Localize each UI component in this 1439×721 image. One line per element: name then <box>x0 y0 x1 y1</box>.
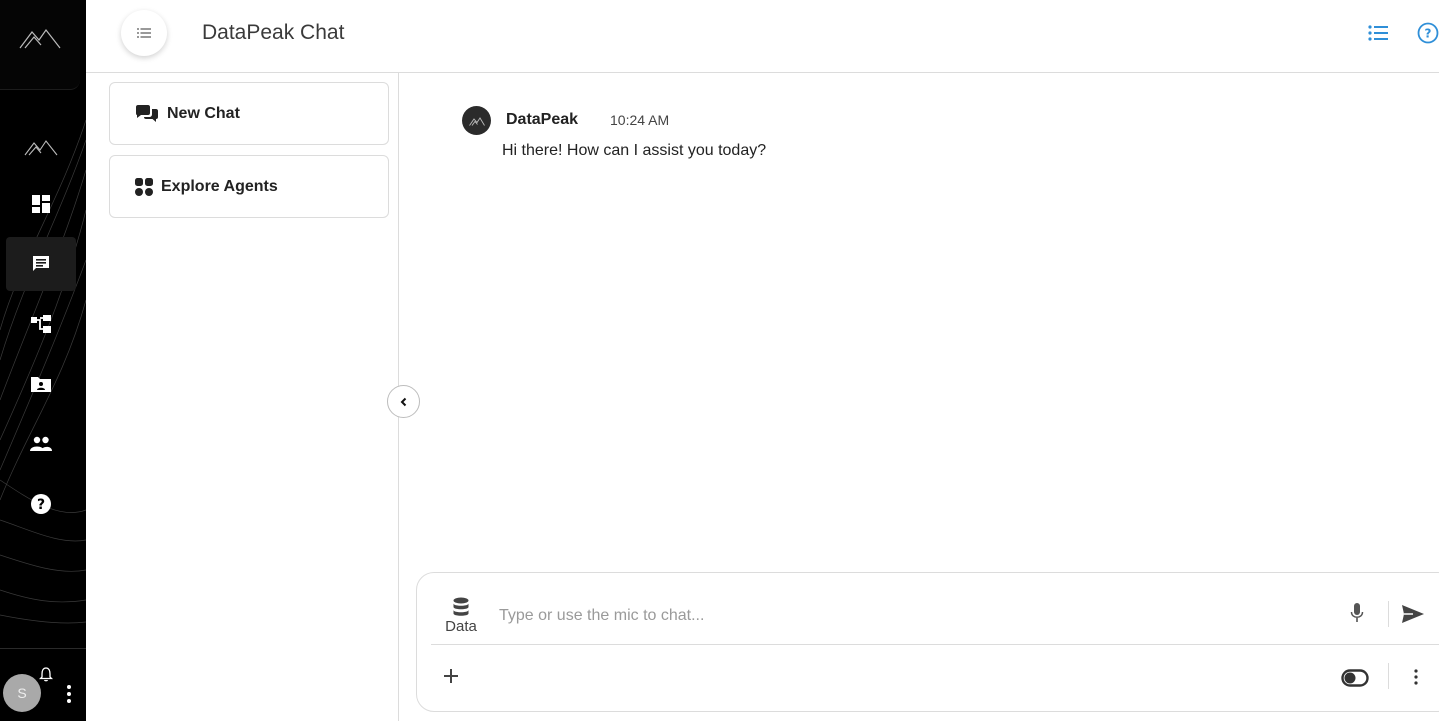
rail-item-workflow[interactable] <box>6 297 76 351</box>
help-icon: ? <box>31 494 51 514</box>
rail-item-home[interactable] <box>6 120 76 174</box>
chat-composer: Data <box>416 572 1439 712</box>
rail-logo-box[interactable] <box>0 0 80 90</box>
collapse-panel-button[interactable] <box>387 385 420 418</box>
composer-separator-bottom <box>1388 663 1389 689</box>
bell-icon[interactable] <box>39 666 53 682</box>
page-title: DataPeak Chat <box>202 21 345 44</box>
send-icon[interactable] <box>1401 604 1425 624</box>
help-circle-icon[interactable]: ? <box>1417 22 1439 44</box>
rail-item-users[interactable] <box>6 417 76 471</box>
rail-item-chat[interactable] <box>6 237 76 291</box>
toggle-sidebar-button[interactable] <box>121 10 167 56</box>
chat-input[interactable] <box>499 603 1329 629</box>
rail-item-help[interactable]: ? <box>6 477 76 531</box>
data-label: Data <box>445 618 477 635</box>
mountain-avatar-icon <box>468 116 485 126</box>
message-sender: DataPeak <box>506 111 579 128</box>
list-icon <box>137 28 151 38</box>
database-icon <box>453 597 469 616</box>
chat-bubbles-icon <box>136 104 158 122</box>
avatar-initial: S <box>17 685 27 701</box>
chat-side-panel: New Chat Explore Agents <box>86 73 399 721</box>
explore-agents-label: Explore Agents <box>161 177 278 195</box>
svg-text:?: ? <box>1425 27 1432 41</box>
rail-divider <box>0 648 86 649</box>
plus-icon[interactable] <box>444 669 458 683</box>
rail-item-folder[interactable] <box>6 357 76 411</box>
mountain-icon <box>24 140 58 156</box>
folder-icon <box>31 377 51 392</box>
mountain-logo-icon <box>19 28 61 49</box>
svg-text:?: ? <box>37 497 45 513</box>
app-window: ? S DataPeak Chat ? New Chat Explore Age… <box>0 0 1439 721</box>
new-chat-label: New Chat <box>167 104 240 122</box>
explore-agents-button[interactable]: Explore Agents <box>109 155 389 218</box>
list-view-icon[interactable] <box>1367 22 1389 44</box>
microphone-icon[interactable] <box>1350 602 1364 624</box>
bot-avatar <box>462 106 491 135</box>
top-header: DataPeak Chat ? <box>86 0 1439 73</box>
toggle-icon[interactable] <box>1341 669 1371 687</box>
composer-separator <box>1388 601 1389 627</box>
users-icon <box>30 436 52 451</box>
message-text: Hi there! How can I assist you today? <box>502 142 767 159</box>
rail-item-dashboard[interactable] <box>6 177 76 231</box>
rail-more-icon[interactable] <box>66 684 72 704</box>
workflow-icon <box>31 315 51 333</box>
dashboard-icon <box>32 195 50 213</box>
message-timestamp: 10:24 AM <box>610 112 670 128</box>
composer-divider <box>431 644 1439 645</box>
left-rail: ? S <box>0 0 86 721</box>
chat-icon <box>33 256 49 271</box>
chevron-left-icon <box>400 397 406 406</box>
user-avatar[interactable]: S <box>3 674 41 712</box>
data-source-button[interactable]: Data <box>439 597 483 635</box>
more-options-icon[interactable] <box>1414 668 1418 686</box>
grid-dots-icon <box>135 177 153 196</box>
new-chat-button[interactable]: New Chat <box>109 82 389 145</box>
